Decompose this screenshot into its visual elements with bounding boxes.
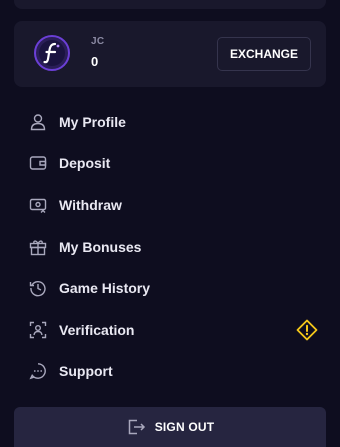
wallet-card: JC 0 EXCHANGE [14,21,326,87]
menu-item-withdraw[interactable]: Withdraw [0,184,340,226]
sign-out-button[interactable]: SIGN OUT [14,407,326,447]
chat-icon [28,361,48,381]
menu-item-verification[interactable]: Verification [0,309,340,351]
menu-label-deposit: Deposit [59,155,111,172]
exchange-button[interactable]: EXCHANGE [217,37,311,71]
menu-label-support: Support [59,363,113,380]
menu-item-my-bonuses[interactable]: My Bonuses [0,226,340,268]
gift-icon [28,237,48,257]
menu-label-verification: Verification [59,321,135,338]
menu-label-my-profile: My Profile [59,113,126,130]
withdraw-icon [28,195,48,215]
sign-out-icon [126,417,146,437]
history-icon [28,278,48,298]
menu-label-my-bonuses: My Bonuses [59,238,142,255]
menu-label-withdraw: Withdraw [59,196,122,213]
user-icon [28,112,48,132]
menu-item-game-history[interactable]: Game History [0,267,340,309]
menu-item-my-profile[interactable]: My Profile [0,101,340,143]
wallet-balance: 0 [91,54,99,69]
menu-label-game-history: Game History [59,280,151,297]
top-panel-edge [14,0,326,9]
verification-icon [28,320,48,340]
sign-out-label: SIGN OUT [154,420,215,434]
account-menu: My Profile Deposit Withdraw My Bonuses G… [0,101,340,392]
coin-logo-icon [34,35,70,71]
currency-code: JC [91,36,105,47]
warning-icon [296,319,318,341]
wallet-icon [28,153,48,173]
menu-item-support[interactable]: Support [0,351,340,393]
menu-item-deposit[interactable]: Deposit [0,143,340,185]
